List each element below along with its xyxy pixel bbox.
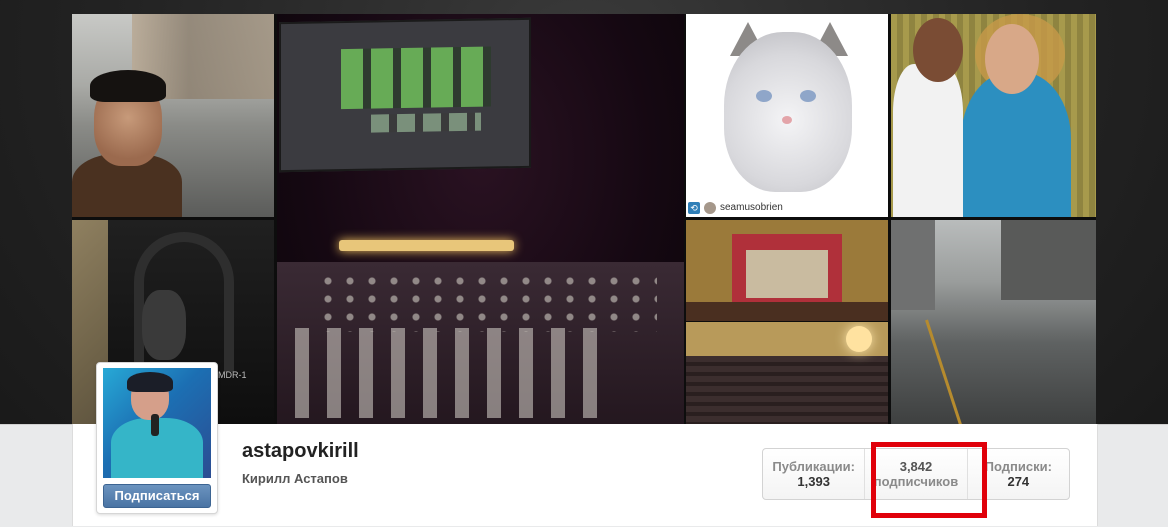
- stat-followers-value: 3,842: [899, 459, 933, 474]
- photo-cat[interactable]: ⟲ seamusobrien: [686, 14, 888, 217]
- repost-icon: ⟲: [688, 201, 700, 214]
- photo-hall[interactable]: [686, 322, 888, 424]
- photo-lightbar: [339, 240, 514, 251]
- photo-street-selfie[interactable]: [72, 14, 274, 217]
- photo-man: [893, 64, 963, 217]
- repost-avatar: [704, 201, 716, 214]
- photo-grid: ⟲ seamusobrien MDR-1: [72, 14, 1096, 424]
- photo-road-line: [925, 319, 962, 424]
- photo-couple[interactable]: [891, 14, 1096, 217]
- photo-stage-floor: [686, 302, 888, 321]
- photo-box-text: MDR-1: [218, 370, 247, 380]
- profile-full-name: Кирилл Астапов: [242, 471, 348, 486]
- photo-studio[interactable]: [277, 14, 684, 424]
- photo-headphones-cup: [142, 290, 186, 360]
- photo-building-left: [891, 220, 935, 310]
- stat-following-value: 274: [1007, 474, 1030, 489]
- photo-faders: [287, 328, 597, 418]
- stat-following[interactable]: Подписки: 274: [966, 449, 1069, 499]
- photo-cat-head: [724, 32, 852, 192]
- avatar-microphone: [151, 414, 159, 436]
- subscribe-button[interactable]: Подписаться: [103, 484, 211, 508]
- photo-building-right: [1001, 220, 1096, 300]
- photo-hall-light: [846, 326, 872, 352]
- profile-avatar-frame: Подписаться: [96, 362, 218, 514]
- stat-followers[interactable]: подписчиков 3,842: [864, 449, 966, 499]
- photo-hall-seats: [686, 356, 888, 424]
- photo-rainy-street[interactable]: [891, 220, 1096, 424]
- photo-cat-eye: [800, 90, 816, 102]
- stat-following-label: Подписки:: [984, 459, 1052, 474]
- photo-woman-face: [985, 24, 1039, 94]
- stat-posts-label: Публикации:: [772, 459, 855, 474]
- photo-man-face: [913, 18, 963, 82]
- photo-monitor: [279, 17, 531, 173]
- avatar[interactable]: [103, 368, 211, 478]
- photo-woman: [961, 72, 1071, 217]
- photo-tracks: [371, 112, 481, 133]
- avatar-hair: [127, 372, 173, 392]
- photo-stage-inner: [746, 250, 828, 298]
- profile-username: astapovkirill: [242, 440, 359, 462]
- repost-caption: ⟲ seamusobrien: [686, 198, 888, 217]
- photo-stage[interactable]: [686, 220, 888, 321]
- photo-tracks: [341, 46, 491, 110]
- repost-username: seamusobrien: [720, 202, 783, 213]
- stat-posts-value: 1,393: [797, 474, 830, 489]
- photo-knobs: [317, 272, 657, 332]
- photo-cat-eye: [756, 90, 772, 102]
- photo-hair: [90, 70, 166, 102]
- photo-cat-nose: [782, 116, 792, 124]
- profile-stats: Публикации: 1,393 подписчиков 3,842 Подп…: [762, 448, 1070, 500]
- stat-posts[interactable]: Публикации: 1,393: [763, 449, 864, 499]
- stat-followers-label: подписчиков: [873, 474, 959, 489]
